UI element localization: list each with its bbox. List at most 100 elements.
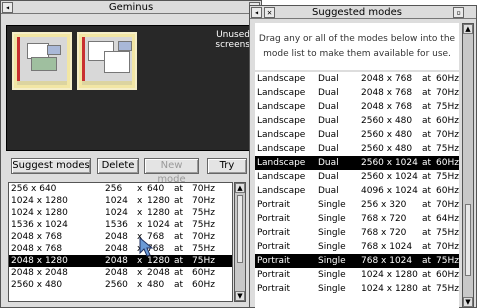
mode-refresh: 70Hz: [436, 242, 459, 252]
suggested-mode-row[interactable]: Portrait Single 768 x 720 at 75Hz: [255, 226, 459, 240]
mode-at: at: [422, 172, 432, 182]
mode-resolution: 2560 x 1024: [361, 158, 418, 168]
mode-list[interactable]: 256 x 640 256 640 at 70Hz x 1024 x 1280 1024 128…: [8, 182, 233, 302]
suggested-mode-row[interactable]: Landscape Dual 2560 x 480 at 60Hz: [255, 114, 459, 128]
mode-width: 1024: [105, 208, 128, 218]
suggested-mode-row[interactable]: Landscape Dual 2560 x 1024 at 75Hz: [255, 170, 459, 184]
scrollbar-thumb[interactable]: [237, 195, 243, 263]
mode-kind: Dual: [318, 172, 339, 182]
suggested-mode-row[interactable]: Landscape Dual 2560 x 480 at 75Hz: [255, 142, 459, 156]
back-icon[interactable]: ◂: [2, 2, 13, 13]
mode-refresh: 60Hz: [192, 268, 215, 278]
mode-row[interactable]: 256 x 640 256 640 at 70Hz x: [9, 183, 232, 195]
mode-separator: x: [137, 220, 143, 230]
mode-orientation: Portrait: [257, 242, 291, 252]
mode-refresh: 60Hz: [436, 186, 459, 196]
suggested-mode-row[interactable]: Landscape Dual 2560 x 1024 at 60Hz: [255, 156, 459, 170]
suggested-mode-row[interactable]: Landscape Dual 2048 x 768 at 60Hz: [255, 72, 459, 86]
mode-refresh: 75Hz: [436, 284, 459, 294]
mode-at: at: [422, 144, 432, 154]
mode-refresh: 60Hz: [192, 280, 215, 290]
scroll-down-arrow-icon[interactable]: ▼: [463, 297, 473, 307]
suggested-modes-window: ◂ ✕ Suggested modes ▫ Drag any or all of…: [249, 5, 477, 308]
mode-kind: Dual: [318, 144, 339, 154]
screen-iconbar: [82, 37, 85, 85]
mode-row[interactable]: 1024 x 1280 1024 1280 at 70Hz x: [9, 195, 232, 207]
mode-refresh: 70Hz: [192, 232, 215, 242]
mode-row[interactable]: 1024 x 1280 1024 1280 at 75Hz x: [9, 207, 232, 219]
scroll-down-arrow-icon[interactable]: ▼: [235, 291, 245, 301]
mode-at: at: [422, 186, 432, 196]
mode-orientation: Landscape: [257, 88, 306, 98]
mode-at: at: [422, 214, 432, 224]
mode-orientation: Portrait: [257, 214, 291, 224]
mode-row[interactable]: 2560 x 480 2560 480 at 60Hz x: [9, 279, 232, 291]
suggested-mode-list[interactable]: Landscape Dual 2048 x 768 at 60Hz Landscape Du…: [255, 72, 459, 308]
toggle-size-icon[interactable]: ▫: [453, 7, 464, 18]
mode-row[interactable]: 2048 x 768 2048 768 at 70Hz x: [9, 231, 232, 243]
mode-kind: Single: [318, 256, 346, 266]
suggested-mode-row[interactable]: Portrait Single 256 x 320 at 70Hz: [255, 198, 459, 212]
mode-row[interactable]: 1536 x 1024 1536 1024 at 75Hz x: [9, 219, 232, 231]
screen-thumbnail-1[interactable]: [12, 32, 72, 90]
mode-at: at: [422, 256, 432, 266]
mode-row[interactable]: 2048 x 1280 2048 1280 at 75Hz x: [9, 255, 232, 267]
mode-row[interactable]: 2048 x 2048 2048 2048 at 60Hz x: [9, 267, 232, 279]
suggested-mode-row[interactable]: Landscape Dual 2048 x 768 at 70Hz: [255, 86, 459, 100]
suggested-mode-row[interactable]: Portrait Single 768 x 1024 at 75Hz: [255, 254, 459, 268]
mode-kind: Dual: [318, 186, 339, 196]
suggest-modes-button[interactable]: Suggest modes: [11, 158, 91, 174]
mode-row[interactable]: 2048 x 7682048768at75Hzx: [9, 243, 232, 255]
suggested-mode-row[interactable]: Portrait Single 768 x 720 at 64Hz: [255, 212, 459, 226]
try-button[interactable]: Try: [207, 158, 247, 174]
screen-taskbar: [17, 81, 67, 85]
mode-resolution: 256 x 320: [361, 200, 407, 210]
mode-separator: x: [137, 208, 143, 218]
mode-height: 480: [147, 280, 165, 290]
mode-width: 2560: [105, 280, 128, 290]
mode-name: 1024 x 1280: [11, 196, 68, 206]
suggested-list-scrollbar[interactable]: ▲ ▼: [462, 23, 474, 308]
suggested-titlebar[interactable]: ◂ ✕ Suggested modes ▫: [250, 6, 476, 19]
mode-kind: Dual: [318, 116, 339, 126]
suggested-mode-row[interactable]: Portrait Single 1024 x 1280 at 75Hz: [255, 282, 459, 296]
mode-width: 1024: [105, 196, 128, 206]
mode-at: at: [174, 244, 184, 254]
mode-name: 1024 x 1280: [11, 208, 68, 218]
back-icon[interactable]: ◂: [251, 7, 262, 18]
mode-at: at: [174, 256, 184, 266]
mode-resolution: 4096 x 1024: [361, 186, 418, 196]
mode-at: at: [174, 208, 184, 218]
mode-orientation: Landscape: [257, 130, 306, 140]
scroll-up-arrow-icon[interactable]: ▲: [463, 24, 473, 34]
mode-height: 1280: [147, 208, 170, 218]
scroll-up-arrow-icon[interactable]: ▲: [235, 183, 245, 193]
suggested-mode-row[interactable]: Landscape Dual 2048 x 768 at 75Hz: [255, 100, 459, 114]
geminus-titlebar[interactable]: ◂ Geminus ✕: [1, 1, 261, 14]
screen-window: [31, 57, 57, 71]
mode-orientation: Portrait: [257, 284, 291, 294]
scrollbar-thumb[interactable]: [465, 204, 471, 276]
mode-list-scrollbar[interactable]: ▲ ▼: [234, 182, 246, 302]
mode-at: at: [422, 116, 432, 126]
delete-button[interactable]: Delete: [97, 158, 139, 174]
geminus-window: ◂ Geminus ✕ Unused screens Suggest mo: [0, 0, 262, 308]
mode-at: at: [422, 242, 432, 252]
mode-width: 256: [105, 184, 123, 194]
mode-name: 2048 x 768: [11, 232, 63, 242]
new-mode-button[interactable]: New mode: [144, 158, 199, 185]
mode-kind: Dual: [318, 88, 339, 98]
mode-orientation: Portrait: [257, 200, 291, 210]
mode-refresh: 64Hz: [436, 214, 459, 224]
suggested-mode-row[interactable]: Portrait Single 1024 x 1280 at 60Hz: [255, 268, 459, 282]
suggested-mode-row[interactable]: Landscape Dual 2560 x 480 at 70Hz: [255, 128, 459, 142]
mode-refresh: 75Hz: [192, 256, 215, 266]
screen-thumbnail-2[interactable]: [77, 32, 137, 90]
suggested-mode-row[interactable]: Portrait Single 768 x 1024 at 70Hz: [255, 240, 459, 254]
suggested-mode-row[interactable]: Landscape Dual 4096 x 1024 at 60Hz: [255, 184, 459, 198]
mode-name: 2048 x 2048: [11, 268, 68, 278]
screen-window: [118, 41, 132, 51]
mode-separator: x: [137, 268, 143, 278]
mode-refresh: 70Hz: [436, 130, 459, 140]
mode-at: at: [174, 268, 184, 278]
